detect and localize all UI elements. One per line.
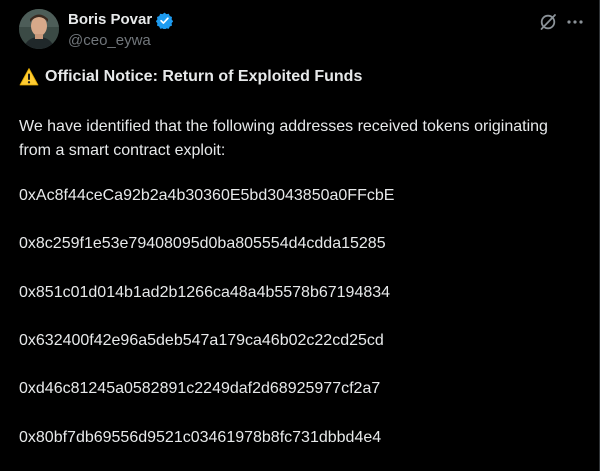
post-container: Boris Povar @ceo_eywa Official Notice: R… [0,0,600,471]
more-options-icon[interactable] [564,12,586,32]
wallet-address: 0x851c01d014b1ad2b1266ca48a4b5578b671948… [19,284,391,301]
wallet-address: 0x8c259f1e53e79408095d0ba805554d4cdda152… [19,235,386,252]
post-intro-text: We have identified that the following ad… [19,118,548,159]
wallet-address: 0xAc8f44ceCa92b2a4b30360E5bd3043850a0FFc… [19,187,395,204]
post-title-text: Official Notice: Return of Exploited Fun… [45,68,363,85]
wallet-address: 0x632400f42e96a5deb547a179ca46b02c22cd25… [19,332,384,349]
post-title: Official Notice: Return of Exploited Fun… [19,66,362,88]
wallet-address: 0xd46c81245a0582891c2249daf2d68925977cf2… [19,380,381,397]
author-display-name[interactable]: Boris Povar [68,10,152,30]
avatar[interactable] [19,9,59,49]
avatar-photo [19,9,59,49]
author-handle[interactable]: @ceo_eywa [68,31,151,51]
author-name-row: Boris Povar [68,10,174,30]
wallet-address: 0x80bf7db69556d9521c03461978b8fc731dbbd4… [19,429,382,446]
verified-badge-icon[interactable] [156,12,174,30]
grok-icon[interactable] [538,12,558,32]
warning-icon [19,67,39,87]
